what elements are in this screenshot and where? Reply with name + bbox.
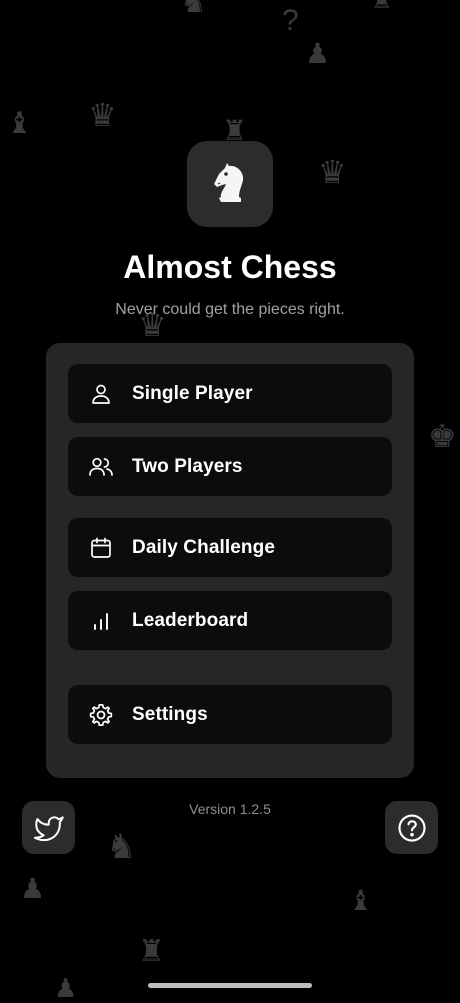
settings-label: Settings	[132, 703, 208, 725]
bg-knight-icon: ♞	[106, 828, 137, 866]
bg-pawn-icon: ♟	[54, 973, 78, 1003]
single-player-button[interactable]: Single Player	[68, 364, 392, 423]
bg-rook-icon: ♜	[370, 0, 393, 12]
bg-queen-icon: ♛	[318, 154, 347, 190]
twitter-icon	[33, 815, 64, 841]
two-players-label: Two Players	[132, 455, 243, 477]
help-button[interactable]	[385, 801, 438, 854]
gear-icon	[88, 702, 114, 728]
daily-challenge-label: Daily Challenge	[132, 536, 275, 558]
app-tagline: Never could get the pieces right.	[115, 301, 345, 318]
single-player-label: Single Player	[132, 382, 253, 404]
bg-pawn-icon: ♟	[305, 38, 331, 69]
app-title: Almost Chess	[123, 249, 337, 285]
bg-rook-icon: ♜	[138, 935, 165, 968]
twitter-button[interactable]	[22, 801, 75, 854]
home-indicator[interactable]	[148, 983, 312, 988]
two-players-button[interactable]: Two Players	[68, 437, 392, 496]
bg-bishop-icon: ♝	[348, 885, 374, 916]
main-menu-panel: Single Player Two Players Daily Challeng…	[46, 343, 414, 778]
leaderboard-label: Leaderboard	[132, 609, 249, 631]
daily-challenge-button[interactable]: Daily Challenge	[68, 518, 392, 577]
calendar-icon	[88, 535, 114, 561]
two-people-icon	[88, 454, 114, 480]
bar-chart-icon	[88, 608, 114, 634]
bg-pawn-icon: ♟	[20, 873, 46, 904]
person-icon	[88, 381, 114, 407]
bg-queen-icon: ♛	[88, 97, 117, 133]
leaderboard-button[interactable]: Leaderboard	[68, 591, 392, 650]
bg-king-icon: ♚	[428, 418, 457, 454]
chess-knight-icon	[214, 163, 244, 202]
bg-question-piece-icon: ?	[282, 4, 299, 37]
bg-bishop-icon: ♝	[6, 107, 33, 140]
app-icon	[187, 141, 273, 227]
bg-knight-icon: ♞	[180, 0, 207, 19]
settings-button[interactable]: Settings	[68, 685, 392, 744]
help-icon	[397, 813, 426, 842]
